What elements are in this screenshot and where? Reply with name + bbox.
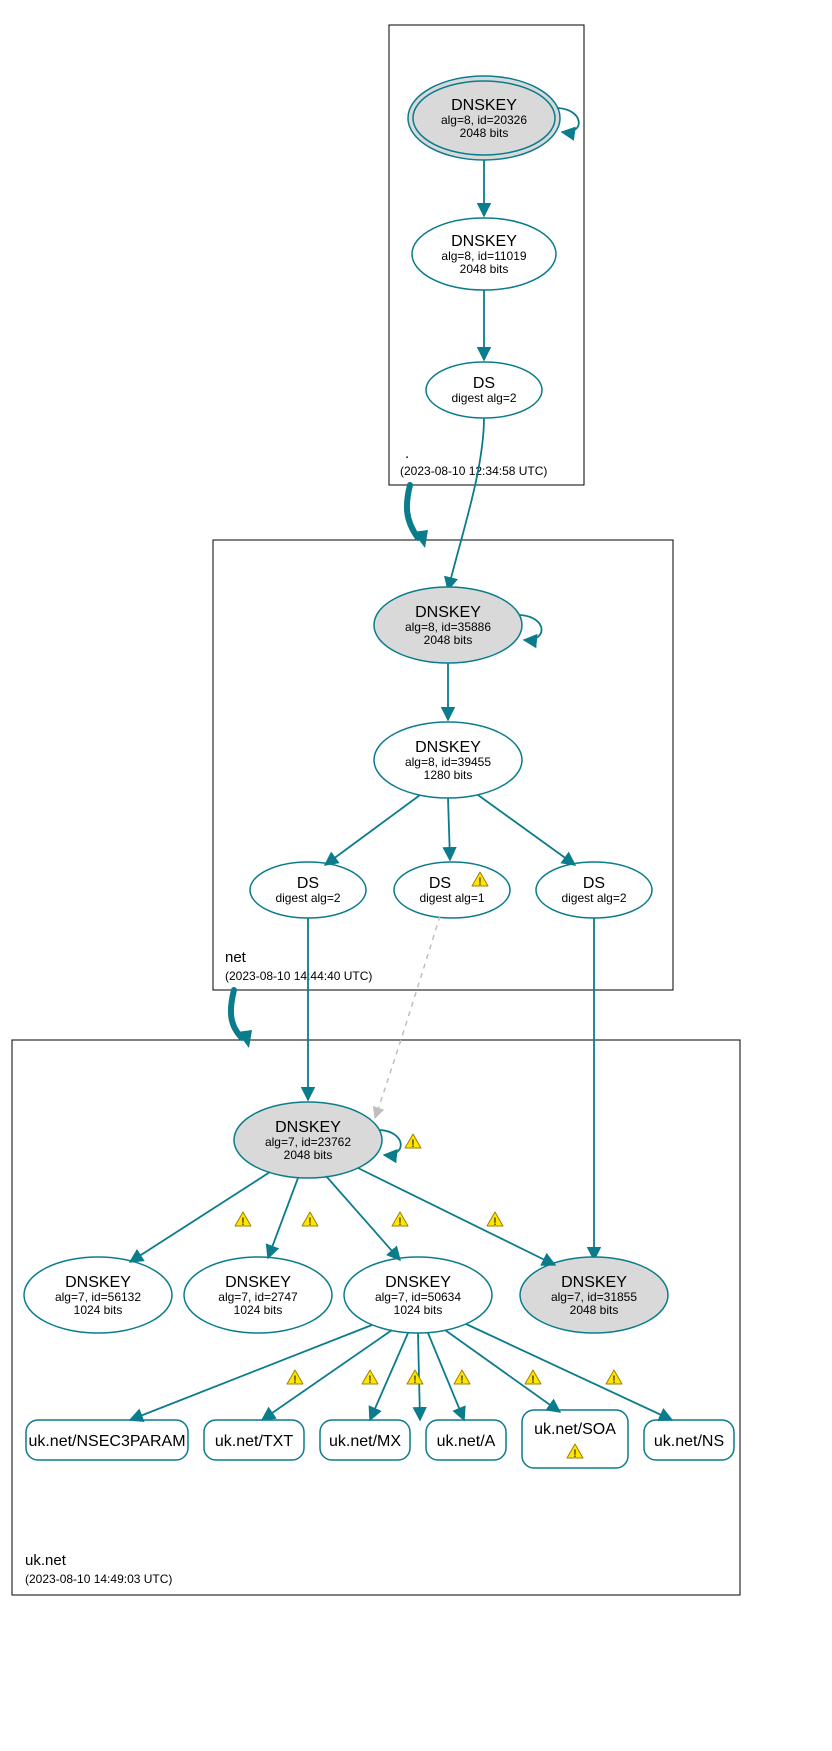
svg-text:DS: DS [297, 875, 319, 892]
svg-text:alg=8, id=39455: alg=8, id=39455 [405, 755, 491, 769]
svg-text:alg=7, id=23762: alg=7, id=23762 [265, 1135, 351, 1149]
svg-text:alg=8, id=35886: alg=8, id=35886 [405, 620, 491, 634]
svg-text:2048 bits: 2048 bits [570, 1303, 619, 1317]
node-net-ds-c[interactable]: DS digest alg=2 [536, 862, 652, 918]
svg-text:1024 bits: 1024 bits [394, 1303, 443, 1317]
dnssec-diagram: ! . (2023-08-10 12:34:58 UTC) net (2023-… [0, 0, 832, 1751]
svg-text:1024 bits: 1024 bits [234, 1303, 283, 1317]
svg-text:1024 bits: 1024 bits [74, 1303, 123, 1317]
warning-icon [487, 1212, 503, 1228]
svg-text:uk.net/SOA: uk.net/SOA [534, 1421, 616, 1438]
svg-text:DNSKEY: DNSKEY [275, 1119, 341, 1136]
svg-text:2048 bits: 2048 bits [284, 1148, 333, 1162]
node-uk-key-31855[interactable]: DNSKEY alg=7, id=31855 2048 bits [520, 1257, 668, 1333]
svg-text:alg=7, id=56132: alg=7, id=56132 [55, 1290, 141, 1304]
warning-icon [405, 1134, 421, 1150]
node-uk-ksk[interactable]: DNSKEY alg=7, id=23762 2048 bits [234, 1102, 382, 1178]
svg-text:alg=7, id=50634: alg=7, id=50634 [375, 1290, 461, 1304]
svg-text:2048 bits: 2048 bits [460, 262, 509, 276]
zone-net-time: (2023-08-10 14:44:40 UTC) [225, 969, 372, 983]
warning-icon [362, 1370, 378, 1386]
warning-icon [235, 1212, 251, 1228]
svg-text:DNSKEY: DNSKEY [561, 1274, 627, 1291]
svg-text:DS: DS [473, 375, 495, 392]
warning-icon [454, 1370, 470, 1386]
svg-text:alg=7, id=2747: alg=7, id=2747 [218, 1290, 298, 1304]
svg-text:uk.net/MX: uk.net/MX [329, 1433, 401, 1450]
svg-text:uk.net/A: uk.net/A [437, 1433, 496, 1450]
zone-root-time: (2023-08-10 12:34:58 UTC) [400, 464, 547, 478]
svg-text:1280 bits: 1280 bits [424, 768, 473, 782]
svg-text:DNSKEY: DNSKEY [415, 739, 481, 756]
warning-icon [302, 1212, 318, 1228]
node-uk-zsk2[interactable]: DNSKEY alg=7, id=2747 1024 bits [184, 1257, 332, 1333]
svg-text:alg=7, id=31855: alg=7, id=31855 [551, 1290, 637, 1304]
svg-text:digest alg=1: digest alg=1 [419, 891, 484, 905]
rr-a[interactable]: uk.net/A [426, 1420, 506, 1460]
svg-text:digest alg=2: digest alg=2 [275, 891, 340, 905]
svg-text:uk.net/TXT: uk.net/TXT [215, 1433, 293, 1450]
zone-root-label: . [405, 445, 409, 462]
warning-icon [525, 1370, 541, 1386]
node-net-ksk[interactable]: DNSKEY alg=8, id=35886 2048 bits [374, 587, 522, 663]
warning-icon [407, 1370, 423, 1386]
rr-txt[interactable]: uk.net/TXT [204, 1420, 304, 1460]
svg-text:uk.net/NSEC3PARAM: uk.net/NSEC3PARAM [28, 1433, 185, 1450]
svg-text:DNSKEY: DNSKEY [225, 1274, 291, 1291]
node-net-zsk[interactable]: DNSKEY alg=8, id=39455 1280 bits [374, 722, 522, 798]
node-uk-zsk3[interactable]: DNSKEY alg=7, id=50634 1024 bits [344, 1257, 492, 1333]
svg-text:digest alg=2: digest alg=2 [561, 891, 626, 905]
svg-text:DS: DS [583, 875, 605, 892]
node-net-ds-b[interactable]: DS digest alg=1 [394, 862, 510, 918]
svg-text:DNSKEY: DNSKEY [451, 233, 517, 250]
svg-text:DNSKEY: DNSKEY [385, 1274, 451, 1291]
node-root-ds[interactable]: DS digest alg=2 [426, 362, 542, 418]
node-net-ds-a[interactable]: DS digest alg=2 [250, 862, 366, 918]
rr-soa[interactable]: uk.net/SOA [522, 1410, 628, 1468]
svg-text:DNSKEY: DNSKEY [415, 604, 481, 621]
svg-text:DNSKEY: DNSKEY [65, 1274, 131, 1291]
svg-text:2048 bits: 2048 bits [424, 633, 473, 647]
node-uk-zsk1[interactable]: DNSKEY alg=7, id=56132 1024 bits [24, 1257, 172, 1333]
node-root-zsk[interactable]: DNSKEY alg=8, id=11019 2048 bits [412, 218, 556, 290]
zone-uknet-label: uk.net [25, 1552, 67, 1569]
svg-text:alg=8, id=20326: alg=8, id=20326 [441, 113, 527, 127]
zone-net-label: net [225, 949, 247, 966]
warning-icon [392, 1212, 408, 1228]
rr-mx[interactable]: uk.net/MX [320, 1420, 410, 1460]
rr-nsec3param[interactable]: uk.net/NSEC3PARAM [26, 1420, 188, 1460]
svg-text:2048 bits: 2048 bits [460, 126, 509, 140]
svg-text:uk.net/NS: uk.net/NS [654, 1433, 724, 1450]
svg-text:alg=8, id=11019: alg=8, id=11019 [441, 249, 527, 263]
node-root-ksk[interactable]: DNSKEY alg=8, id=20326 2048 bits [408, 76, 560, 160]
rr-ns[interactable]: uk.net/NS [644, 1420, 734, 1460]
warning-icon [287, 1370, 303, 1386]
zone-uknet-time: (2023-08-10 14:49:03 UTC) [25, 1572, 172, 1586]
svg-text:DNSKEY: DNSKEY [451, 97, 517, 114]
svg-text:DS: DS [429, 875, 451, 892]
svg-text:digest alg=2: digest alg=2 [451, 391, 516, 405]
warning-icon [606, 1370, 622, 1386]
